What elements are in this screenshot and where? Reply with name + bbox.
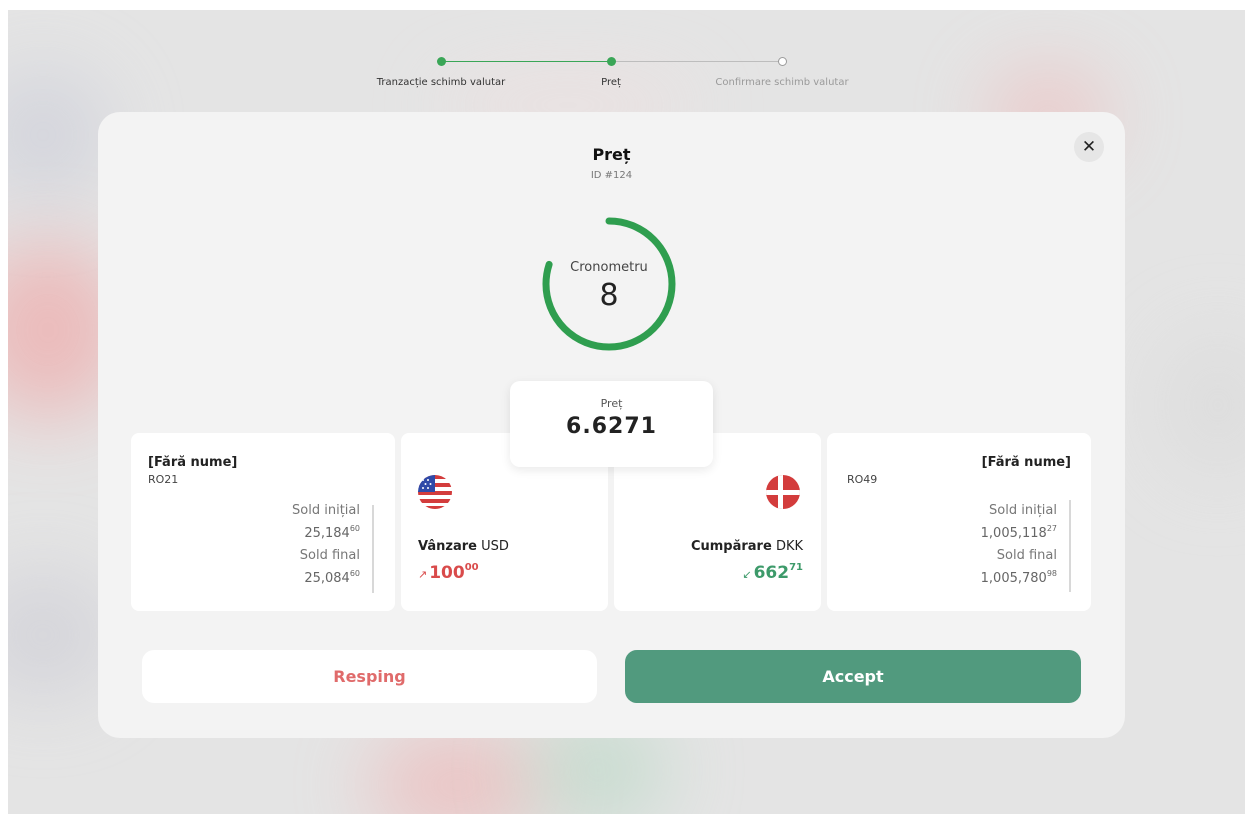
source-final-label: Sold final xyxy=(299,548,360,563)
exchange-rate-box: Preț 6.6271 xyxy=(510,381,713,467)
progress-stepper: Tranzacție schimb valutar Preț Confirmar… xyxy=(0,0,1245,110)
step-label-1: Tranzacție schimb valutar xyxy=(376,77,506,88)
price-label: Preț xyxy=(600,397,623,410)
balance-divider xyxy=(1069,500,1071,592)
balance-divider xyxy=(372,505,374,593)
us-flag-icon xyxy=(418,475,452,509)
price-value: 6.6271 xyxy=(566,414,657,439)
source-balances: Sold inițial 25,18460 Sold final 25,0846… xyxy=(292,502,360,592)
sell-label: Vânzare USD xyxy=(418,539,509,554)
timer-value: 8 xyxy=(599,278,619,313)
step-connector-pending xyxy=(611,61,782,62)
buy-label: Cumpărare DKK xyxy=(690,539,803,554)
sell-amount: ↗ 10000 xyxy=(418,562,479,583)
target-final-balance: 1,005,78098 xyxy=(980,569,1057,586)
source-account-iban: RO21 xyxy=(148,473,179,486)
modal-title: Preț xyxy=(592,145,631,164)
arrow-up-right-icon: ↗ xyxy=(418,568,428,581)
timer-label: Cronometru xyxy=(570,260,648,275)
dk-flag-icon xyxy=(766,475,800,509)
target-initial-balance: 1,005,11827 xyxy=(980,524,1057,541)
source-final-balance: 25,08460 xyxy=(304,569,360,586)
source-initial-balance: 25,18460 xyxy=(304,524,360,541)
target-balances: Sold inițial 1,005,11827 Sold final 1,00… xyxy=(981,502,1057,592)
transaction-id: ID #124 xyxy=(590,170,633,181)
target-account-iban: RO49 xyxy=(847,473,878,486)
target-account-name: [Fără nume] xyxy=(981,455,1071,470)
target-final-label: Sold final xyxy=(996,548,1057,563)
buy-amount: ↙ 66271 xyxy=(742,562,803,583)
source-account-card: [Fără nume] RO21 Sold inițial 25,18460 S… xyxy=(131,433,395,611)
arrow-down-left-icon: ↙ xyxy=(742,568,752,581)
target-account-card: [Fără nume] RO49 Sold inițial 1,005,1182… xyxy=(827,433,1091,611)
step-dot-3 xyxy=(778,57,787,66)
price-modal: ✕ Preț ID #124 Cronometru 8 [Fără nume] … xyxy=(98,112,1125,738)
accept-button[interactable]: Accept xyxy=(625,650,1081,703)
step-dot-1 xyxy=(437,57,446,66)
source-initial-label: Sold inițial xyxy=(292,503,360,518)
step-dot-2 xyxy=(607,57,616,66)
target-initial-label: Sold inițial xyxy=(989,503,1057,518)
step-connector-done xyxy=(441,61,611,62)
step-label-3: Confirmare schimb valutar xyxy=(715,77,849,88)
step-label-2: Preț xyxy=(601,77,621,88)
source-account-name: [Fără nume] xyxy=(148,455,238,470)
countdown-timer: Cronometru 8 xyxy=(539,214,679,354)
reject-button[interactable]: Resping xyxy=(142,650,597,703)
